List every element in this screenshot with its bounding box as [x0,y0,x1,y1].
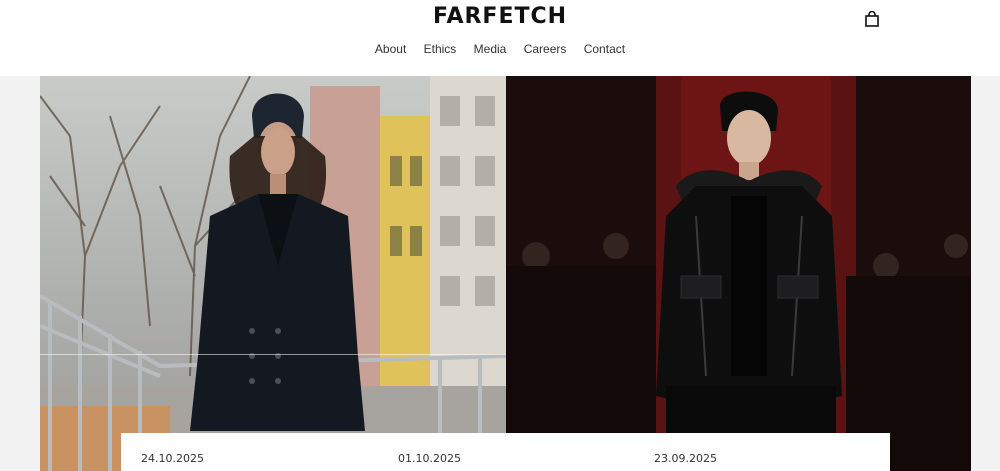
nav-careers-link[interactable]: Careers [524,42,567,56]
nav-ethics-link[interactable]: Ethics [424,42,457,56]
hero-image-runway[interactable] [506,76,971,471]
farfetch-logo[interactable]: FARFETCH [0,4,1000,29]
nav-about-link[interactable]: About [375,42,406,56]
site-header: FARFETCH About Ethics Media Careers Cont… [0,0,1000,76]
hero-image-street-style[interactable] [40,76,506,471]
news-card-date[interactable]: 01.10.2025 [398,452,461,465]
main-nav: About Ethics Media Careers Contact [0,42,1000,56]
nav-media-link[interactable]: Media [474,42,507,56]
nav-contact-link[interactable]: Contact [584,42,625,56]
news-card-date[interactable]: 23.09.2025 [654,452,717,465]
image-divider-line [40,354,506,355]
shopping-bag-icon[interactable] [864,10,880,27]
news-cards-strip: 24.10.2025 01.10.2025 23.09.2025 [121,433,890,471]
news-card-date[interactable]: 24.10.2025 [141,452,204,465]
